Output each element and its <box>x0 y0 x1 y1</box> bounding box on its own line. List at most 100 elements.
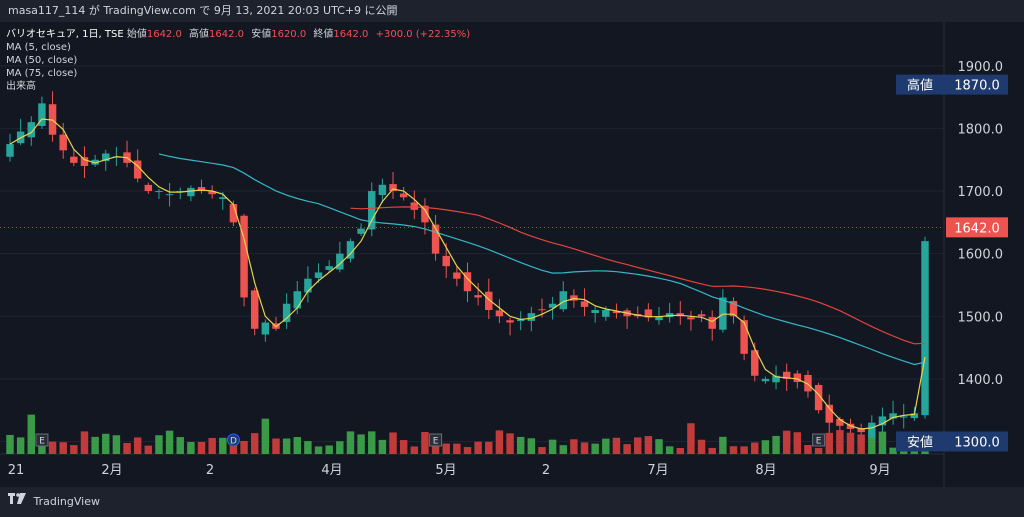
x-tick-label: 2 <box>542 463 550 478</box>
volume-bar <box>846 432 855 454</box>
candle-body <box>357 228 365 234</box>
candle-body <box>261 322 270 335</box>
event-marker-label: E <box>433 437 439 447</box>
volume-bar <box>442 443 450 454</box>
publish-header: masa117_114 が TradingView.com で 9月 13, 2… <box>0 0 1024 22</box>
volume-bar <box>314 446 323 454</box>
close-value: 1642.0 <box>333 29 369 40</box>
volume-bar <box>346 431 355 454</box>
high-marker-label: 高値 <box>907 78 933 94</box>
candle-body <box>868 422 876 440</box>
volume-bar <box>580 442 589 454</box>
volume-bar <box>144 445 153 454</box>
volume-bar <box>889 447 897 454</box>
candle-body <box>410 202 419 210</box>
volume-bar <box>868 437 876 454</box>
volume-bar <box>782 430 791 454</box>
volume-bar <box>623 444 631 454</box>
volume-bar <box>59 442 67 454</box>
volume-bar <box>814 447 823 454</box>
volume-bar <box>516 436 525 454</box>
candle-body <box>761 378 770 382</box>
symbol-name[interactable]: バリオセキュア, 1日, TSE <box>6 29 124 40</box>
volume-legend[interactable]: 出来高 <box>6 80 474 93</box>
volume-bar <box>250 433 259 454</box>
volume-bar <box>527 438 536 454</box>
ma5-legend[interactable]: MA (5, close) <box>6 41 474 54</box>
volume-bar <box>6 434 14 454</box>
candle-body <box>399 193 408 198</box>
volume-bar <box>474 441 482 454</box>
candle-body <box>144 184 153 192</box>
open-label: 始値 <box>126 29 147 40</box>
volume-bar <box>16 437 25 454</box>
volume-bar <box>665 446 674 454</box>
high-marker-value: 1870.0 <box>954 79 1000 94</box>
volume-bar <box>761 440 770 454</box>
volume-bar <box>836 430 844 454</box>
volume-bar <box>378 439 387 454</box>
candle-body <box>687 317 695 320</box>
ma50-legend[interactable]: MA (50, close) <box>6 54 474 67</box>
candle-body <box>325 266 333 270</box>
volume-bar <box>219 437 227 454</box>
publish-info: masa117_114 が TradingView.com で 9月 13, 2… <box>8 4 398 17</box>
ma50-line <box>158 153 926 366</box>
volume-bar <box>176 437 184 454</box>
volume-bar <box>91 436 99 454</box>
volume-bars <box>6 414 929 454</box>
candle-body <box>602 310 610 317</box>
low-marker-value: 1300.0 <box>954 435 1000 450</box>
ma75-legend[interactable]: MA (75, close) <box>6 67 474 80</box>
low-value: 1620.0 <box>271 29 307 40</box>
volume-bar <box>155 435 163 454</box>
volume-bar <box>197 441 206 454</box>
volume-bar <box>548 439 557 454</box>
volume-bar <box>804 444 812 454</box>
volume-bar <box>878 431 887 454</box>
candle-body <box>591 310 599 314</box>
candle-body <box>368 191 376 230</box>
volume-bar <box>421 432 429 454</box>
candle-body <box>580 301 589 307</box>
volume-bar <box>676 447 685 454</box>
footer: TradingView <box>0 487 1024 517</box>
volume-bar <box>325 445 333 454</box>
volume-bar <box>634 437 642 454</box>
volume-bar <box>708 447 716 454</box>
volume-bar <box>463 447 472 454</box>
y-tick-label: 1700.0 <box>958 185 1004 200</box>
volume-bar <box>538 447 546 454</box>
volume-bar <box>644 436 653 454</box>
y-tick-label: 1900.0 <box>958 60 1004 75</box>
candle-body <box>474 295 482 298</box>
volume-bar <box>133 437 142 454</box>
y-tick-label: 1500.0 <box>958 310 1004 325</box>
volume-bar <box>336 441 344 454</box>
candle-body <box>293 291 301 309</box>
low-marker-label: 安値 <box>907 434 933 450</box>
volume-bar <box>687 423 695 454</box>
x-tick-label: 8月 <box>755 463 776 478</box>
candle-body <box>453 272 461 279</box>
volume-bar <box>187 441 195 454</box>
candle-body <box>740 320 748 354</box>
chart-panel[interactable]: E D E E 1900.0 1800.0 1700.0 1600.0 1500.0 1400.0… <box>0 22 1024 487</box>
candle-body <box>282 303 291 322</box>
candle-body <box>697 314 706 317</box>
volume-bar <box>80 431 89 454</box>
candle-body <box>70 156 78 163</box>
x-tick-label: 2月 <box>101 463 122 478</box>
candle-body <box>155 191 163 193</box>
volume-bar <box>485 441 493 454</box>
volume-bar <box>112 435 121 454</box>
chart-legend: バリオセキュア, 1日, TSE 始値1642.0 高値1642.0 安値162… <box>6 28 474 93</box>
candle-body <box>899 416 908 418</box>
candle-body <box>485 291 493 310</box>
candle-body <box>165 194 174 196</box>
open-value: 1642.0 <box>146 29 182 40</box>
candle-body <box>59 134 67 151</box>
low-label: 安値 <box>251 29 272 40</box>
candle-body <box>719 297 727 330</box>
event-marker-label: E <box>39 437 45 447</box>
